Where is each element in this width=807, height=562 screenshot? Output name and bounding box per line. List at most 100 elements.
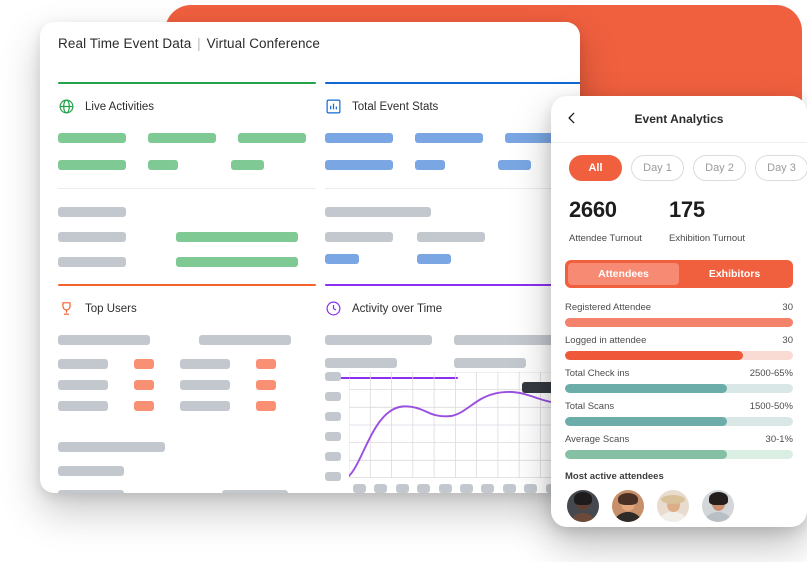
kpi-value: 175 <box>669 197 705 222</box>
skeleton-row <box>325 254 580 264</box>
chevron-left-icon[interactable] <box>565 110 579 126</box>
skeleton-row <box>58 490 316 493</box>
desktop-dashboard-card: Real Time Event Data | Virtual Conferenc… <box>40 22 580 493</box>
attendee-avatar-4[interactable] <box>702 490 734 522</box>
day-chip-day-2[interactable]: Day 2 <box>693 155 746 181</box>
stat-track <box>565 318 793 327</box>
stat-track <box>565 351 793 360</box>
stat-value: 30-1% <box>765 434 793 445</box>
stat-fill <box>565 384 727 393</box>
skeleton-bar <box>325 232 393 242</box>
stat-fill <box>565 417 727 426</box>
skeleton-bar <box>256 380 276 390</box>
skeleton-row <box>58 380 316 390</box>
skeleton-row <box>58 257 316 267</box>
skeleton-row <box>325 232 580 242</box>
skeleton-row <box>325 207 580 217</box>
stat-total-check-ins: Total Check ins 2500-65% <box>565 368 793 393</box>
mobile-header: Event Analytics <box>551 96 807 143</box>
skeleton-group <box>58 335 316 493</box>
skeleton-row <box>58 207 316 217</box>
panel-activity-over-time: Activity over Time <box>325 284 580 493</box>
skeleton-bar <box>148 133 216 143</box>
stat-name: Average Scans <box>565 434 630 445</box>
skeleton-bar <box>454 358 526 368</box>
chip-label: Day 1 <box>643 162 672 174</box>
skeleton-row <box>58 442 316 452</box>
kpi-group: 2660 Attendee Turnout 175 Exhibition Tur… <box>551 181 807 244</box>
skeleton-bar <box>256 359 276 369</box>
trophy-icon <box>58 300 75 317</box>
chart-x-tick <box>417 484 431 493</box>
stat-name: Logged in attendee <box>565 335 647 346</box>
skeleton-row <box>58 232 316 242</box>
attendee-avatar-2[interactable] <box>612 490 644 522</box>
chart-x-tick-labels <box>353 484 580 493</box>
attendee-avatar-1[interactable] <box>567 490 599 522</box>
day-chip-all[interactable]: All <box>569 155 622 181</box>
skeleton-row <box>58 359 316 369</box>
stat-track <box>565 384 793 393</box>
skeleton-bar <box>498 160 531 170</box>
skeleton-bar <box>58 232 126 242</box>
skeleton-row <box>325 160 580 170</box>
tab-exhibitors[interactable]: Exhibitors <box>679 263 790 285</box>
panel-accent-bar <box>58 284 316 286</box>
chart-y-tick <box>325 412 341 421</box>
most-active-attendees-title: Most active attendees <box>565 471 664 482</box>
skeleton-bar <box>180 401 230 411</box>
screenshot-stage: Real Time Event Data | Virtual Conferenc… <box>0 0 807 562</box>
stat-total-scans: Total Scans 1500-50% <box>565 401 793 426</box>
stat-track <box>565 450 793 459</box>
panel-live-activities: Live Activities <box>58 82 316 277</box>
skeleton-bar <box>58 207 126 217</box>
stat-track <box>565 417 793 426</box>
stat-name: Registered Attendee <box>565 302 652 313</box>
stat-value: 1500-50% <box>749 401 793 412</box>
chip-label: All <box>588 162 603 174</box>
skeleton-bar <box>417 254 451 264</box>
panel-top-users: Top Users <box>58 284 316 493</box>
panel-accent-bar <box>58 82 316 84</box>
stat-header: Logged in attendee 30 <box>565 335 793 346</box>
skeleton-bar <box>238 133 306 143</box>
skeleton-bar <box>58 442 165 452</box>
skeleton-row <box>325 335 580 345</box>
panel-title: Activity over Time <box>352 302 443 315</box>
stat-fill <box>565 351 743 360</box>
chart-y-tick <box>325 452 341 461</box>
skeleton-bar <box>176 232 298 242</box>
panel-accent-bar <box>325 82 580 84</box>
chart-y-tick <box>325 432 341 441</box>
tab-label: Attendees <box>598 268 649 280</box>
chart-y-tick <box>325 392 341 401</box>
chart-x-tick <box>353 484 366 493</box>
skeleton-bar <box>231 160 264 170</box>
page-title-separator: | <box>197 36 201 51</box>
day-chip-day-1[interactable]: Day 1 <box>631 155 684 181</box>
bar-chart-icon <box>325 98 342 115</box>
panel-header: Top Users <box>58 300 316 317</box>
stat-value: 2500-65% <box>749 368 793 379</box>
attendee-avatar-3[interactable] <box>657 490 689 522</box>
day-chip-day-3[interactable]: Day 3 <box>755 155 807 181</box>
panel-title: Total Event Stats <box>352 100 439 113</box>
panel-accent-bar <box>325 284 580 286</box>
skeleton-bar <box>325 254 359 264</box>
skeleton-group <box>325 133 580 264</box>
chart-y-tick-labels <box>325 372 341 492</box>
chart-y-tick <box>325 472 341 481</box>
stat-average-scans: Average Scans 30-1% <box>565 434 793 459</box>
chart-x-tick <box>524 484 538 493</box>
skeleton-row <box>58 335 316 345</box>
skeleton-bar <box>325 207 431 217</box>
mobile-analytics-card: Event Analytics All Day 1 Day 2 Day 3 26… <box>551 96 807 527</box>
skeleton-bar <box>415 133 483 143</box>
chart-line <box>349 390 580 477</box>
skeleton-bar <box>58 380 108 390</box>
skeleton-bar <box>134 401 154 411</box>
day-filter-chips: All Day 1 Day 2 Day 3 <box>551 143 807 181</box>
tab-attendees[interactable]: Attendees <box>568 263 679 285</box>
page-title-main: Real Time Event Data <box>58 36 192 51</box>
skeleton-bar <box>58 133 126 143</box>
